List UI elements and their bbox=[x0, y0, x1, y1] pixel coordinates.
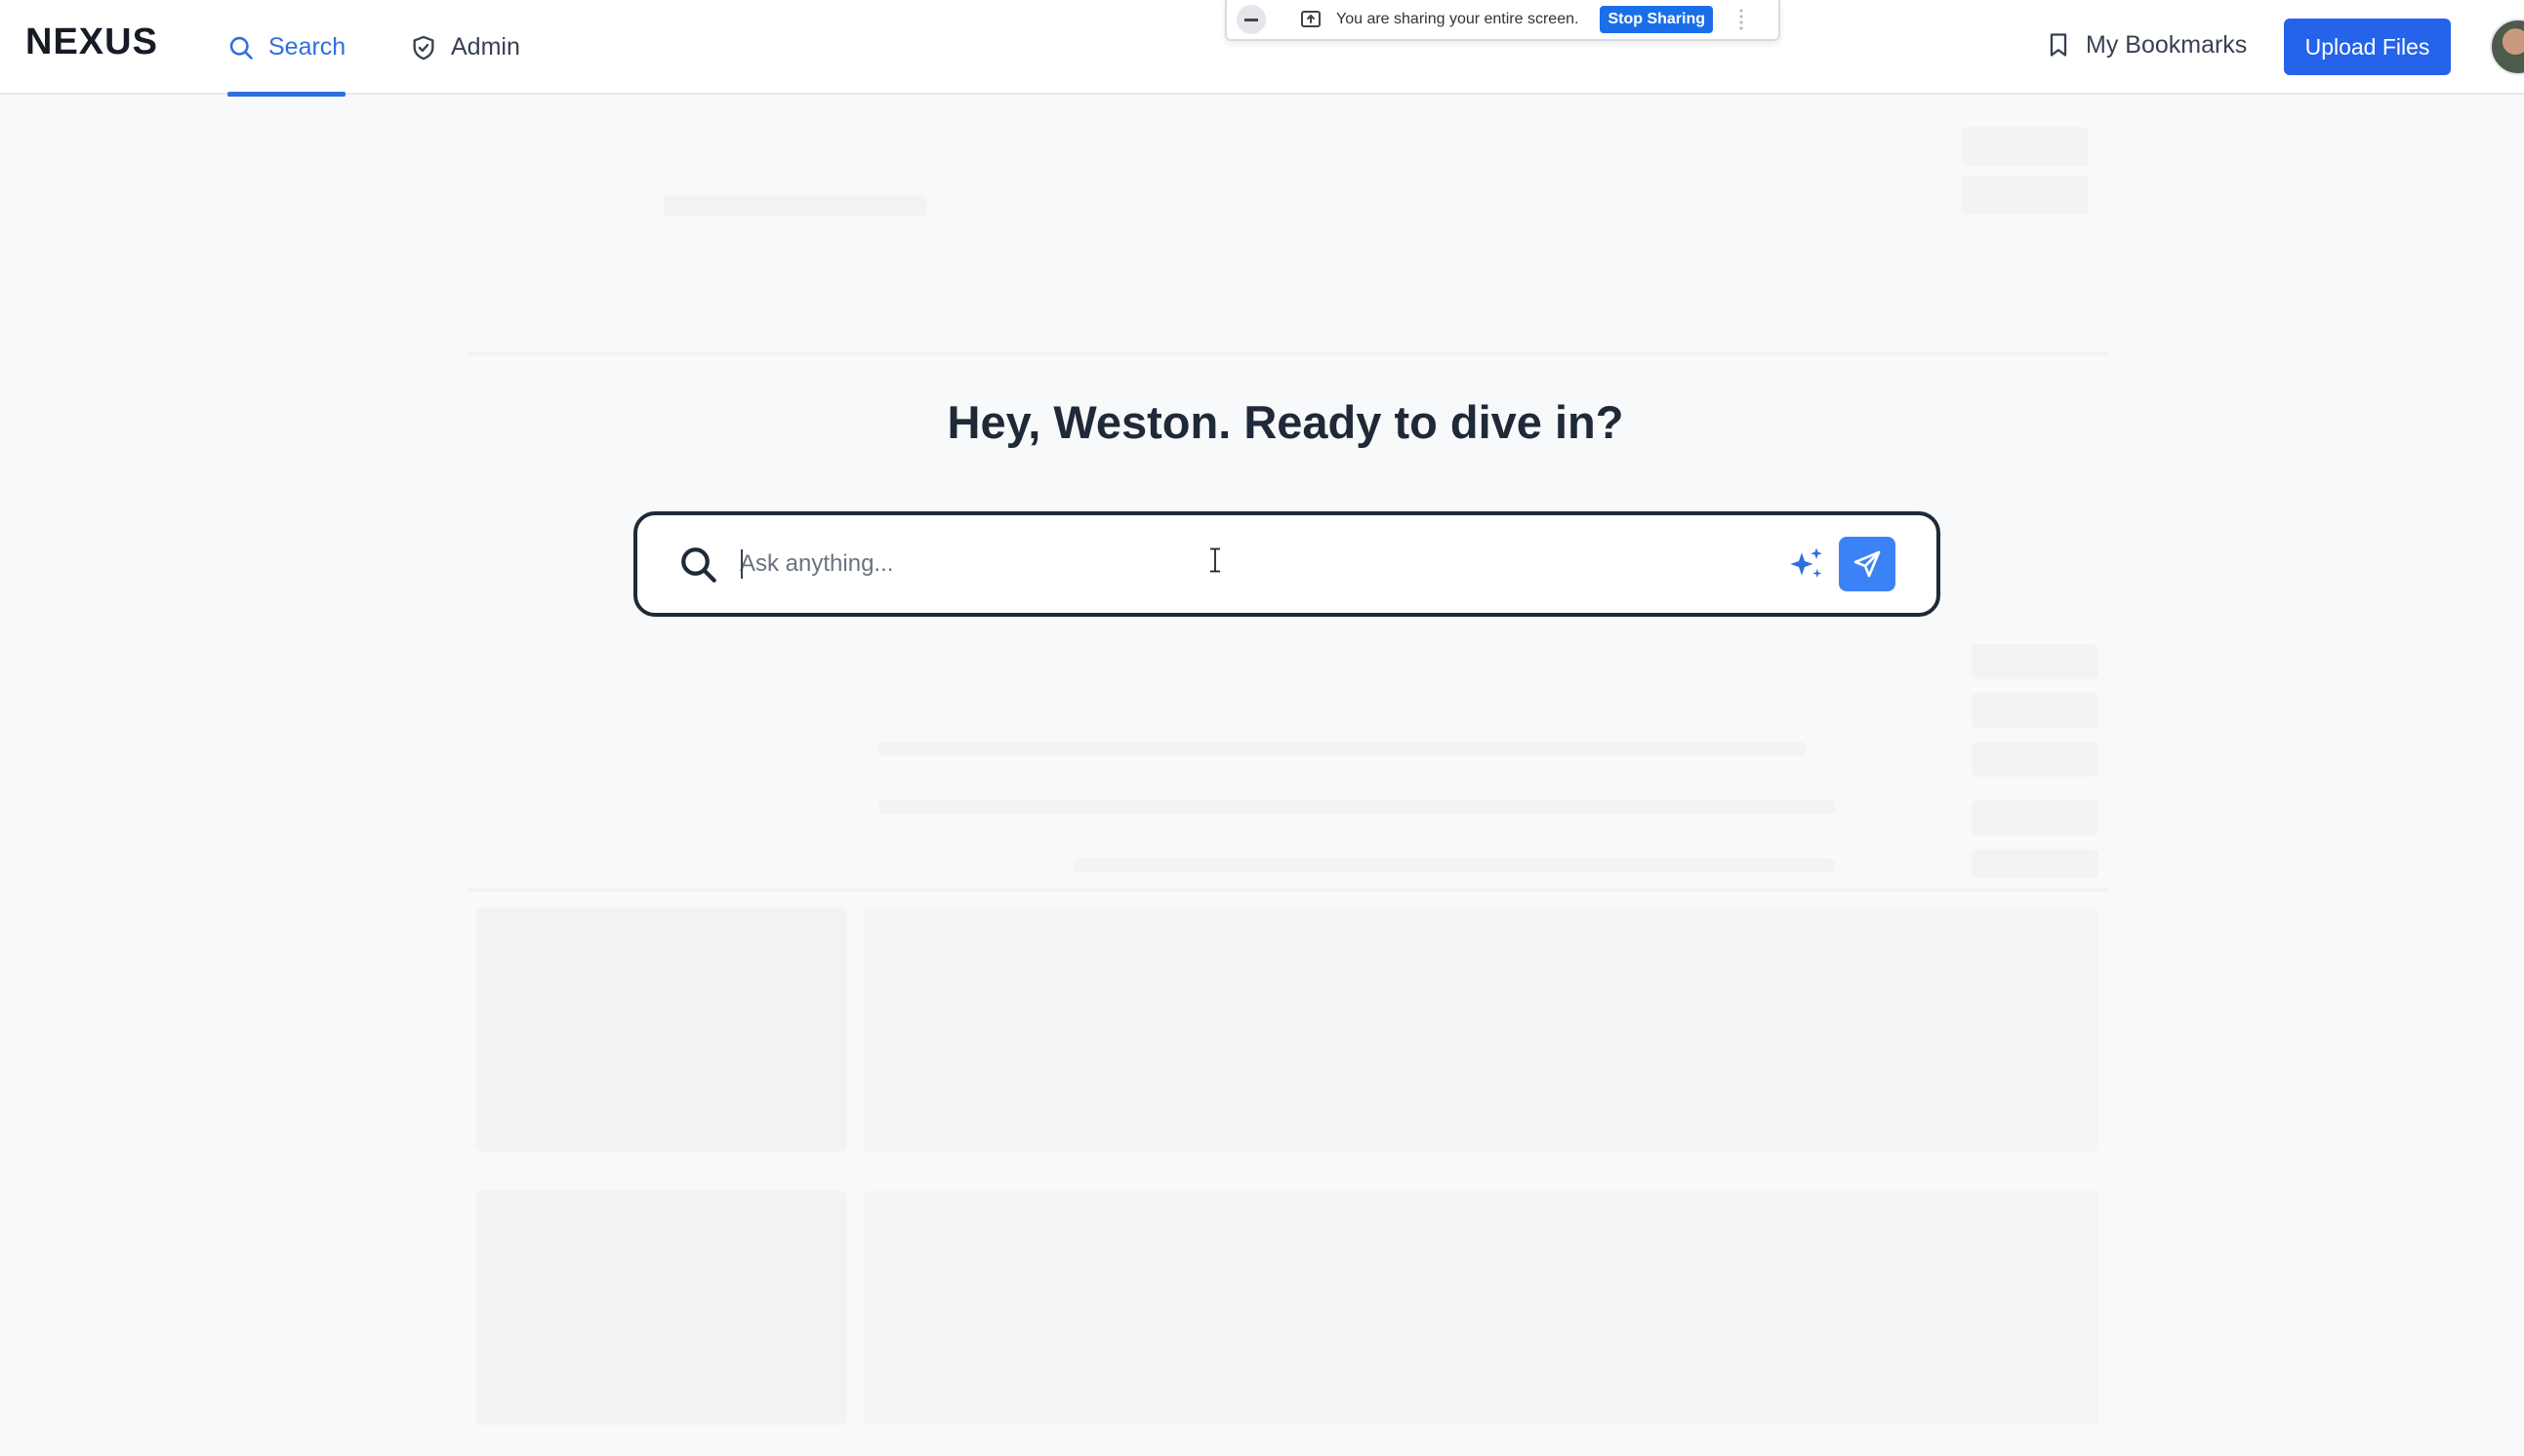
search-icon bbox=[229, 36, 253, 60]
tab-search[interactable]: Search bbox=[227, 0, 346, 97]
stop-sharing-button[interactable]: Stop Sharing bbox=[1600, 6, 1714, 33]
sparkle-icon[interactable] bbox=[1787, 545, 1826, 584]
bookmarks-label: My Bookmarks bbox=[2086, 30, 2248, 59]
send-icon bbox=[1853, 550, 1881, 578]
my-bookmarks-link[interactable]: My Bookmarks bbox=[2045, 0, 2247, 90]
shield-icon bbox=[413, 35, 434, 60]
send-button[interactable] bbox=[1839, 537, 1895, 591]
top-nav-bar: NEXUS Search Admin You are sharing your … bbox=[0, 0, 2524, 97]
greeting-heading: Hey, Weston. Ready to dive in? bbox=[947, 396, 1624, 448]
avatar[interactable] bbox=[2490, 19, 2524, 75]
tab-admin-label: Admin bbox=[451, 33, 520, 61]
tab-search-label: Search bbox=[268, 33, 346, 61]
search-input[interactable] bbox=[740, 535, 1716, 593]
minus-icon bbox=[1244, 18, 1258, 21]
minimize-share-button[interactable] bbox=[1237, 5, 1266, 34]
screen-share-banner: You are sharing your entire screen. Stop… bbox=[1225, 0, 1780, 41]
search-icon bbox=[681, 547, 716, 583]
search-box[interactable] bbox=[633, 511, 1940, 617]
active-tab-indicator bbox=[227, 92, 346, 97]
app-logo[interactable]: NEXUS bbox=[25, 21, 158, 63]
upload-files-button[interactable]: Upload Files bbox=[2284, 19, 2451, 75]
ibeam-cursor-icon bbox=[1210, 547, 1220, 573]
screen-share-icon bbox=[1301, 11, 1321, 27]
bookmark-icon bbox=[2050, 33, 2067, 57]
drag-handle-icon[interactable] bbox=[1738, 8, 1745, 31]
tab-admin[interactable]: Admin bbox=[410, 0, 520, 95]
share-message: You are sharing your entire screen. bbox=[1336, 11, 1579, 27]
text-caret bbox=[741, 549, 743, 579]
